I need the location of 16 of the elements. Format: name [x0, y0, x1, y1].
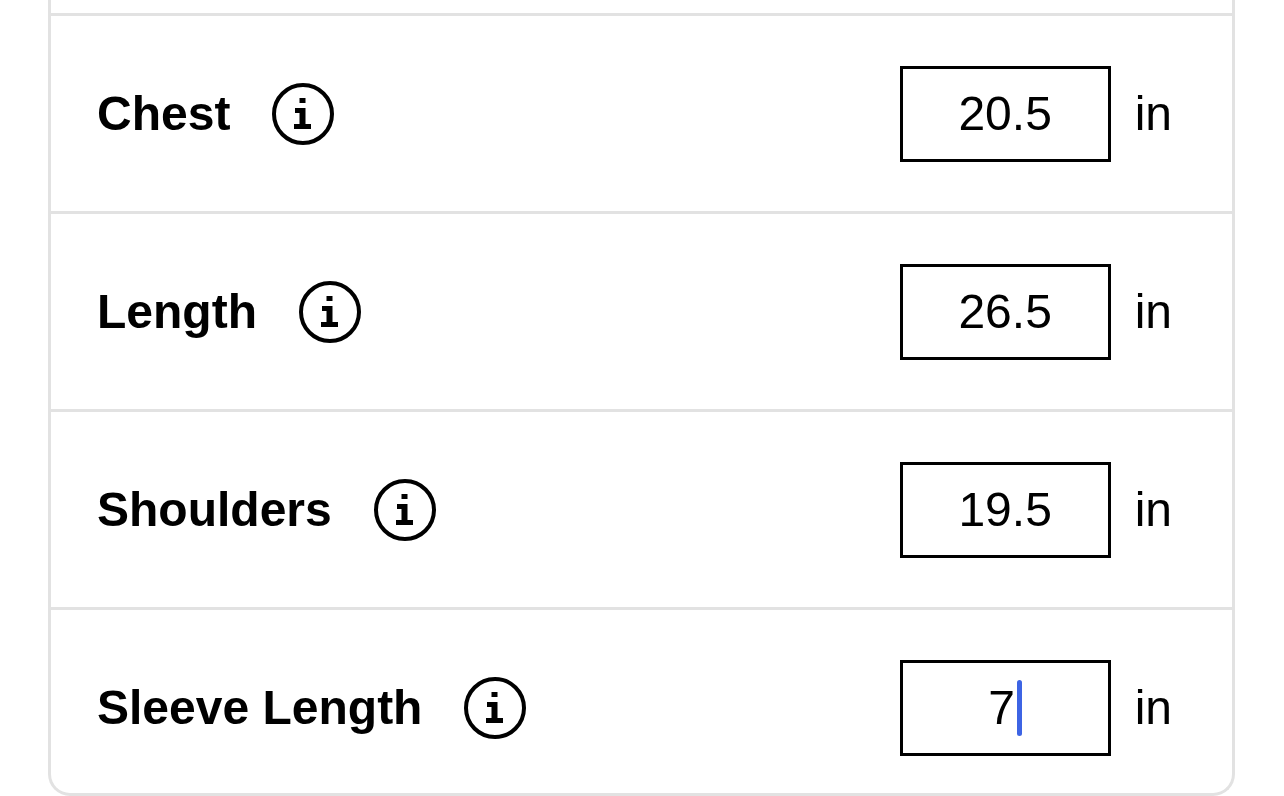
- unit-label: in: [1134, 85, 1172, 142]
- measurement-field[interactable]: 19.5: [899, 461, 1111, 558]
- measurement-field[interactable]: 7: [899, 659, 1111, 756]
- measurement-field[interactable]: 20.5: [899, 65, 1111, 162]
- info-icon[interactable]: [373, 478, 436, 541]
- row-label: Chest: [97, 85, 231, 142]
- unit-label: in: [1134, 679, 1172, 736]
- info-icon[interactable]: [464, 676, 527, 739]
- info-icon[interactable]: [298, 280, 361, 343]
- unit-label: in: [1134, 481, 1172, 538]
- row-label: Shoulders: [97, 481, 332, 538]
- measurement-field[interactable]: 26.5: [899, 263, 1111, 360]
- info-icon[interactable]: [272, 82, 335, 145]
- row-label: Length: [97, 283, 257, 340]
- unit-label: in: [1134, 283, 1172, 340]
- row-label: Sleeve Length: [97, 679, 423, 736]
